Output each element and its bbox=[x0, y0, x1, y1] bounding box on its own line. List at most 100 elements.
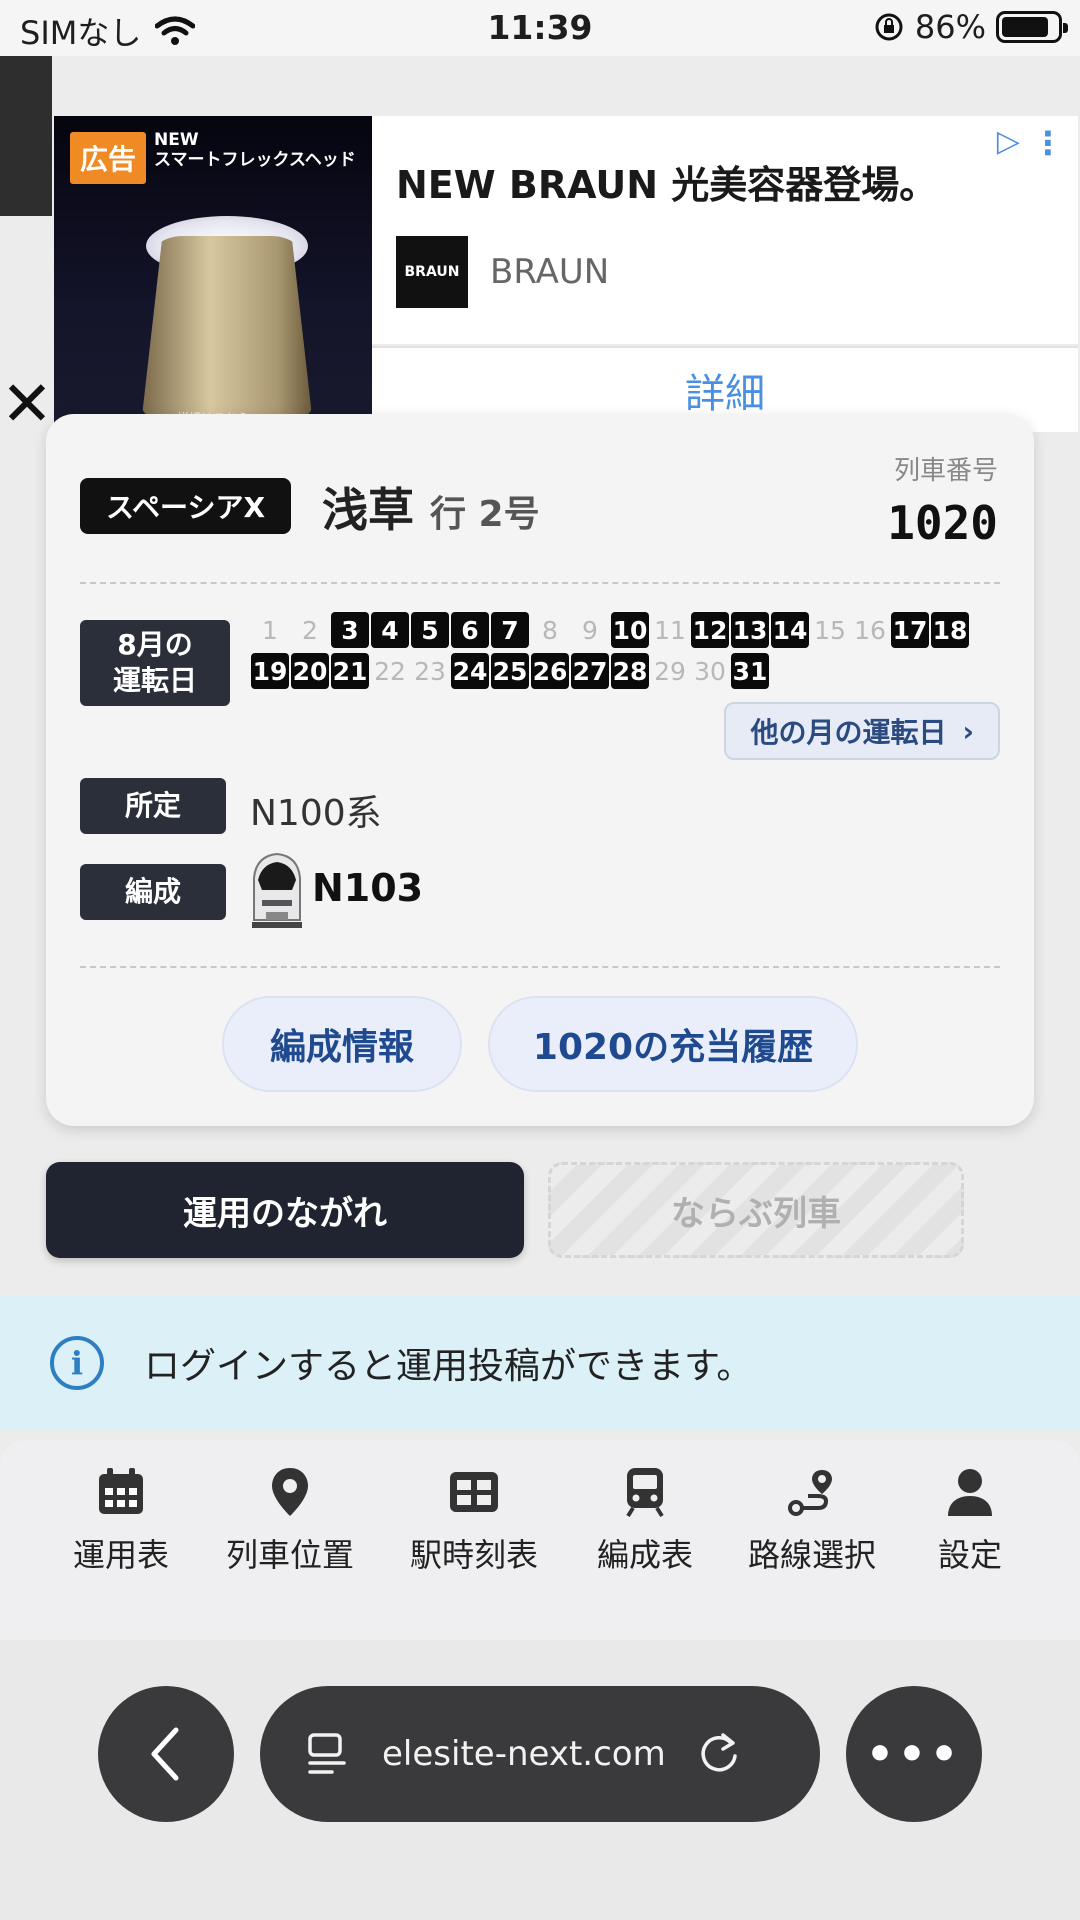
battery-icon bbox=[996, 11, 1068, 43]
calendar-day-running: 12 bbox=[691, 612, 729, 648]
ad-image-text: NEW スマートフレックスヘッド bbox=[154, 130, 356, 170]
chevron-right-icon: › bbox=[962, 714, 974, 748]
ad-banner[interactable]: 広告 NEW スマートフレックスヘッド 詳細はこちら NEW BRAUN 光美容… bbox=[0, 56, 1080, 435]
nav-label: 運用表 bbox=[72, 1536, 169, 1574]
calendar-day-running: 31 bbox=[731, 653, 769, 689]
login-info-banner: i ログインすると運用投稿ができます。 bbox=[0, 1296, 1080, 1430]
calendar-day-running: 25 bbox=[491, 653, 529, 689]
ad-image-line1: NEW bbox=[154, 130, 199, 150]
calendar-day: 30 bbox=[694, 656, 726, 686]
calendar-day-running: 19 bbox=[251, 653, 289, 689]
ad-brand-name: BRAUN bbox=[490, 252, 610, 292]
calendar-day-running: 28 bbox=[611, 653, 649, 689]
formation-value[interactable]: N103 bbox=[312, 866, 423, 910]
more-options-button[interactable]: ••• bbox=[846, 1686, 982, 1822]
calendar-day-running: 3 bbox=[331, 612, 369, 648]
calendar-day: 9 bbox=[582, 615, 598, 645]
address-bar[interactable]: elesite-next.com bbox=[260, 1686, 820, 1822]
train-front-icon bbox=[252, 852, 302, 928]
browser-toolbar: elesite-next.com ••• bbox=[0, 1640, 1080, 1920]
operating-days-label-line2: 運転日 bbox=[112, 664, 197, 697]
nav-item-train-position[interactable]: 列車位置 bbox=[220, 1466, 360, 1576]
nav-item-station-timetable[interactable]: 駅時刻表 bbox=[404, 1466, 544, 1576]
ad-headline[interactable]: NEW BRAUN 光美容器登場。 bbox=[396, 154, 937, 209]
calendar-day-running: 6 bbox=[451, 612, 489, 648]
ad-brand-logo: BRAUN bbox=[396, 236, 468, 308]
assigned-label: 所定 bbox=[80, 778, 226, 834]
nav-item-schedule[interactable]: 運用表 bbox=[66, 1466, 176, 1576]
nav-label: 路線選択 bbox=[747, 1536, 876, 1574]
calendar-day-running: 26 bbox=[531, 653, 569, 689]
ad-content[interactable]: NEW BRAUN 光美容器登場。 BRAUN BRAUN ▷ ⋮ bbox=[372, 116, 1078, 344]
calendar-day-running: 13 bbox=[731, 612, 769, 648]
calendar-day-running: 14 bbox=[771, 612, 809, 648]
calendar-day-running: 17 bbox=[891, 612, 929, 648]
route-icon bbox=[788, 1470, 832, 1516]
train-number-label: 列車番号 bbox=[893, 456, 998, 486]
calendar-day: 29 bbox=[654, 656, 686, 686]
status-right: 86% bbox=[873, 8, 1068, 46]
bottom-navigation: 運用表 列車位置 駅時刻表 編成表 路線選択 設定 bbox=[0, 1440, 1080, 1640]
other-month-days-button[interactable]: 他の月の運転日 › bbox=[724, 702, 1000, 760]
operating-days-calendar: 1 2 3 4 5 6 7 8 9 10 11 12 13 14 15 16 17 18 19 20 21 22 23 24 2… bbox=[250, 612, 970, 694]
calendar-week-row: 1 2 3 4 5 6 7 8 9 10 11 12 13 14 15 16 17 18 bbox=[250, 612, 970, 652]
calendar-day: 15 bbox=[814, 615, 846, 645]
divider bbox=[80, 966, 1000, 968]
operating-days-label: 8月の 運転日 bbox=[80, 620, 230, 706]
ad-device-body bbox=[142, 236, 312, 416]
ad-tag: 広告 bbox=[70, 132, 147, 184]
train-destination: 浅草 行 2号 bbox=[322, 474, 540, 540]
destination-name: 浅草 bbox=[322, 483, 414, 537]
calendar-icon bbox=[99, 1468, 143, 1514]
nav-item-route-select[interactable]: 路線選択 bbox=[742, 1466, 882, 1576]
chevron-left-icon bbox=[151, 1727, 179, 1781]
assigned-vehicle: N100系 bbox=[250, 793, 382, 834]
calendar-day-running: 4 bbox=[371, 612, 409, 648]
calendar-day: 8 bbox=[542, 615, 558, 645]
calendar-day: 22 bbox=[374, 656, 406, 686]
calendar-day: 2 bbox=[302, 615, 318, 645]
nav-label: 編成表 bbox=[596, 1536, 693, 1574]
calendar-day: 23 bbox=[414, 656, 446, 686]
ad-menu-icon[interactable]: ⋮ bbox=[1032, 124, 1064, 162]
calendar-day: 16 bbox=[854, 615, 886, 645]
divider bbox=[80, 582, 1000, 584]
train-number: 1020 bbox=[887, 496, 998, 550]
calendar-day-running: 18 bbox=[931, 612, 969, 648]
calendar-day-running: 7 bbox=[491, 612, 529, 648]
ad-choices-icon[interactable]: ▷ bbox=[997, 124, 1020, 159]
calendar-week-row: 19 20 21 22 23 24 25 26 27 28 29 30 31 bbox=[250, 653, 970, 693]
calendar-day-running: 27 bbox=[571, 653, 609, 689]
calendar-day-running: 24 bbox=[451, 653, 489, 689]
status-bar: SIMなし 11:39 86% bbox=[0, 0, 1080, 56]
url-text: elesite-next.com bbox=[382, 1734, 666, 1774]
formation-info-button[interactable]: 編成情報 bbox=[222, 996, 462, 1092]
train-card: スペーシアX 浅草 行 2号 列車番号 1020 8月の 運転日 1234567… bbox=[46, 414, 1034, 1126]
user-icon bbox=[948, 1469, 992, 1516]
reload-icon[interactable] bbox=[696, 1731, 742, 1777]
destination-suffix: 行 2号 bbox=[430, 494, 540, 535]
operating-days-label-line1: 8月の bbox=[117, 628, 193, 661]
assignment-history-button[interactable]: 1020の充当履歴 bbox=[488, 996, 858, 1092]
calendar-day-running: 21 bbox=[331, 653, 369, 689]
map-pin-icon bbox=[272, 1468, 308, 1516]
login-info-text: ログインすると運用投稿ができます。 bbox=[144, 1346, 753, 1387]
calendar-day-running: 20 bbox=[291, 653, 329, 689]
calendar-day-running: 10 bbox=[611, 612, 649, 648]
back-button[interactable] bbox=[98, 1686, 234, 1822]
tab-operation-flow[interactable]: 運用のながれ bbox=[46, 1162, 524, 1258]
tab-adjacent-trains[interactable]: ならぶ列車 bbox=[548, 1162, 964, 1258]
nav-item-settings[interactable]: 設定 bbox=[922, 1466, 1018, 1576]
calendar-day: 11 bbox=[654, 615, 686, 645]
ad-close-icon[interactable]: ✕ bbox=[0, 373, 54, 435]
ad-image-line2: スマートフレックスヘッド bbox=[154, 150, 356, 170]
nav-label: 駅時刻表 bbox=[409, 1536, 538, 1574]
nav-label: 列車位置 bbox=[225, 1536, 354, 1574]
nav-item-formation-table[interactable]: 編成表 bbox=[588, 1466, 702, 1576]
grid-table-icon bbox=[450, 1472, 498, 1512]
ad-image[interactable]: 広告 NEW スマートフレックスヘッド 詳細はこちら bbox=[54, 116, 372, 432]
info-icon: i bbox=[50, 1336, 104, 1390]
battery-level bbox=[1002, 17, 1049, 37]
ad-side-bar bbox=[0, 56, 52, 216]
nav-label: 設定 bbox=[937, 1536, 1002, 1574]
